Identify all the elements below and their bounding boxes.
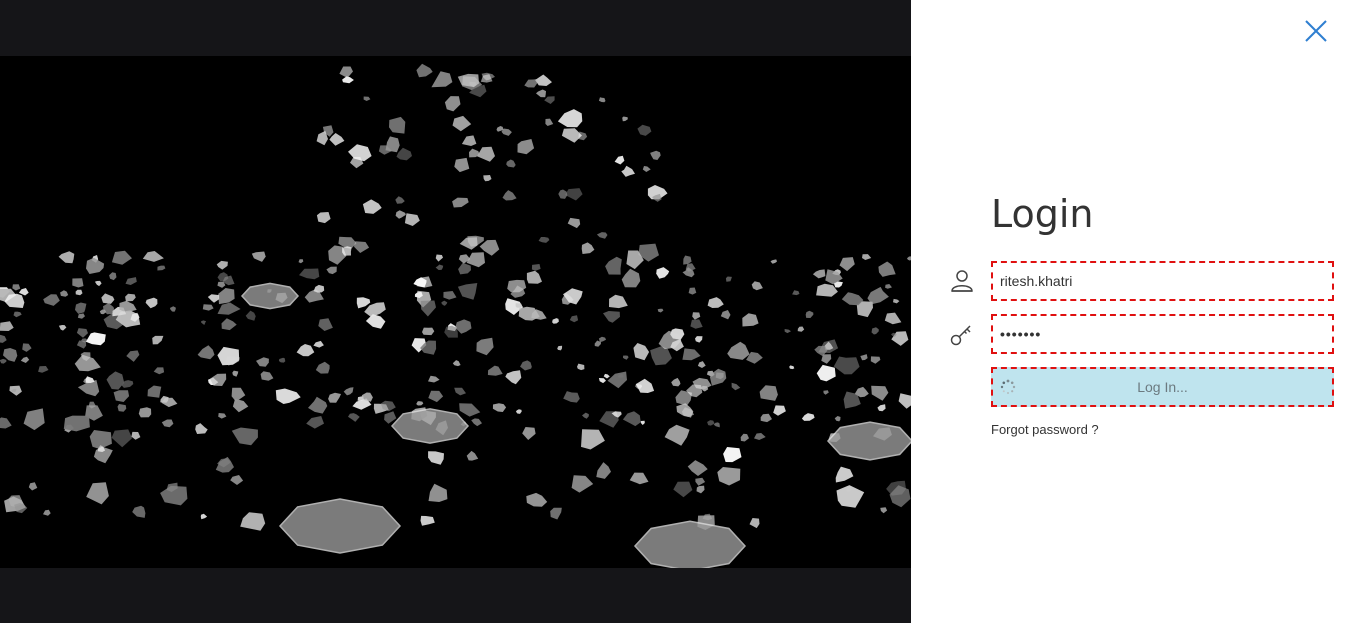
close-icon [1305,20,1327,42]
diamond-scatter [0,63,911,568]
login-panel: Login Log In... [911,0,1366,623]
login-button-label: Log In... [1137,379,1188,395]
user-icon [951,270,973,292]
password-input[interactable] [991,314,1334,354]
login-page: Login Log In... [0,0,1366,623]
forgot-password-link[interactable]: Forgot password ? [991,422,1099,437]
login-button[interactable]: Log In... [991,367,1334,407]
username-input[interactable] [991,261,1334,301]
close-button[interactable] [1303,18,1329,44]
diamonds-image [0,63,911,568]
diamonds-video [0,56,911,568]
login-title: Login [991,192,1094,236]
background-media-panel [0,0,911,623]
key-icon [950,325,971,346]
